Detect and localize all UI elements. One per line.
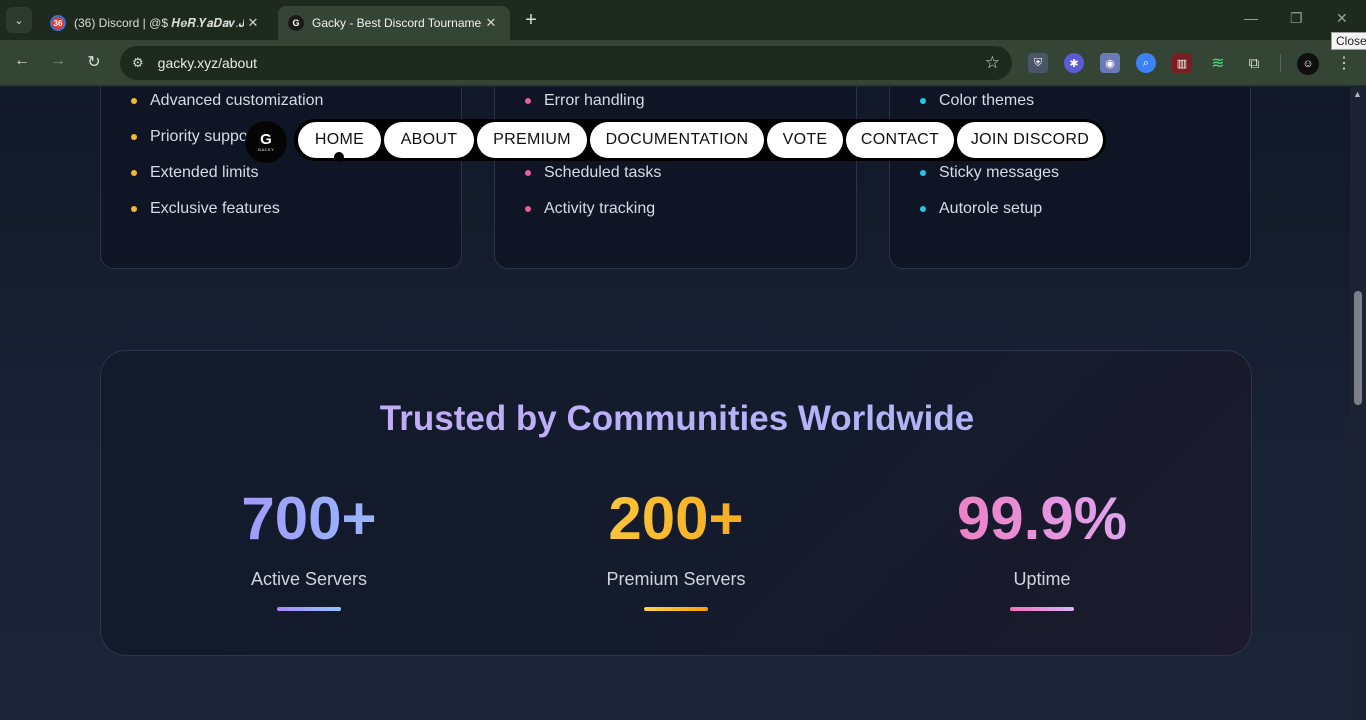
list-item: Activity tracking — [525, 200, 655, 218]
list-item: Extended limits — [131, 164, 259, 182]
bullet-icon — [131, 206, 137, 212]
address-bar[interactable]: ⚙ gacky.xyz/about ☆ — [120, 46, 1012, 80]
logo-letter: G — [260, 131, 272, 148]
browser-toolbar: ← → ↻ ⚙ gacky.xyz/about ☆ ⛨ ✱ ◉ ⌕ ▥ ≋ ⧉ … — [0, 40, 1366, 86]
active-nav-indicator — [334, 152, 344, 162]
stat-value: 700+ — [159, 489, 459, 549]
list-item: Error handling — [525, 92, 645, 110]
menu-kebab-icon[interactable]: ⋮ — [1334, 53, 1354, 73]
tab-search-button[interactable]: ⌄ — [6, 7, 32, 33]
list-item: Advanced customization — [131, 92, 323, 110]
scrollbar-thumb[interactable] — [1354, 291, 1362, 405]
bullet-icon — [525, 98, 531, 104]
window-close-button[interactable]: ✕ — [1336, 10, 1348, 27]
stat-uptime: 99.9% Uptime — [892, 489, 1192, 611]
list-item: Autorole setup — [920, 200, 1042, 218]
bullet-icon — [131, 170, 137, 176]
bullet-icon — [920, 98, 926, 104]
gear-extension-icon[interactable]: ✱ — [1064, 53, 1084, 73]
profile-avatar[interactable]: ☺ — [1297, 53, 1319, 75]
page-viewport: Advanced customization Priority support … — [0, 87, 1350, 720]
utility-features-card: Error handling Scheduled tasks Activity … — [494, 87, 857, 269]
stat-active-servers: 700+ Active Servers — [159, 489, 459, 611]
bullet-icon — [131, 98, 137, 104]
close-tooltip: Close — [1331, 32, 1366, 50]
stats-title: Trusted by Communities Worldwide — [101, 399, 1253, 439]
puzzle-extensions-icon[interactable]: ⧉ — [1244, 53, 1264, 73]
shield-extension-icon[interactable]: ⛨ — [1028, 53, 1048, 73]
flash-extension-icon[interactable]: ≋ — [1208, 53, 1228, 73]
stat-label: Active Servers — [250, 569, 368, 589]
audio-extension-icon[interactable]: ▥ — [1172, 53, 1192, 73]
nav-item-vote[interactable]: VOTE — [767, 122, 843, 158]
gacky-logo[interactable]: G GACKY — [245, 121, 287, 163]
customization-features-card: Color themes Sticky messages Autorole se… — [889, 87, 1251, 269]
new-tab-button[interactable]: + — [520, 9, 542, 32]
tab-title: Gacky - Best Discord Tournament — [312, 16, 482, 30]
site-info-icon[interactable]: ⚙ — [132, 55, 144, 71]
tab-close-icon[interactable]: ✕ — [482, 15, 500, 31]
nav-item-premium[interactable]: PREMIUM — [477, 122, 587, 158]
stat-label: Premium Servers — [606, 569, 746, 589]
nav-item-contact[interactable]: CONTACT — [846, 122, 954, 158]
bullet-icon — [920, 206, 926, 212]
bookmark-star-icon[interactable]: ☆ — [985, 53, 1000, 73]
reload-icon[interactable]: ↻ — [83, 52, 105, 72]
url-text[interactable]: gacky.xyz/about — [158, 55, 985, 71]
stat-label: Uptime — [1013, 569, 1071, 589]
stat-underline — [277, 607, 341, 611]
discord-extension-icon[interactable]: ◉ — [1100, 53, 1120, 73]
premium-features-card: Advanced customization Priority support … — [100, 87, 462, 269]
scroll-up-arrow-icon[interactable]: ▲ — [1353, 89, 1362, 99]
bullet-icon — [131, 134, 137, 140]
bullet-icon — [525, 206, 531, 212]
stat-underline — [644, 607, 708, 611]
search-extension-icon[interactable]: ⌕ — [1136, 53, 1156, 73]
nav-item-documentation[interactable]: DOCUMENTATION — [590, 122, 764, 158]
back-arrow-icon[interactable]: ← — [11, 52, 33, 70]
stat-underline — [1010, 607, 1074, 611]
page-scrollbar[interactable]: ▲ — [1350, 87, 1366, 720]
list-item: Sticky messages — [920, 164, 1059, 182]
gacky-favicon-icon: G — [288, 15, 304, 31]
tab-strip: ⌄ 36 (36) Discord | @$ 𝑯𝒆𝑹.𝒀𝒂𝑫𝒂𝒗.𝑱 ✕ G G… — [0, 0, 1366, 40]
discord-favicon-icon: 36 — [50, 15, 66, 31]
bullet-icon — [525, 170, 531, 176]
list-item: Scheduled tasks — [525, 164, 661, 182]
list-item: Priority support — [131, 128, 258, 146]
tab-title: (36) Discord | @$ 𝑯𝒆𝑹.𝒀𝒂𝑫𝒂𝒗.𝑱 — [74, 15, 244, 30]
tab-close-icon[interactable]: ✕ — [244, 15, 262, 31]
tab-discord[interactable]: 36 (36) Discord | @$ 𝑯𝒆𝑹.𝒀𝒂𝑫𝒂𝒗.𝑱 ✕ — [40, 6, 272, 40]
toolbar-divider — [1280, 54, 1281, 72]
list-item: Color themes — [920, 92, 1034, 110]
restore-button[interactable]: ❐ — [1290, 10, 1303, 27]
list-item: Exclusive features — [131, 200, 280, 218]
nav-item-join-discord[interactable]: JOIN DISCORD — [957, 122, 1103, 158]
minimize-button[interactable]: — — [1244, 10, 1258, 26]
stat-value: 99.9% — [892, 489, 1192, 549]
nav-item-about[interactable]: ABOUT — [384, 122, 474, 158]
forward-arrow-icon[interactable]: → — [47, 52, 69, 70]
stat-premium-servers: 200+ Premium Servers — [526, 489, 826, 611]
logo-wordmark: GACKY — [257, 147, 275, 152]
stat-value: 200+ — [526, 489, 826, 549]
tab-gacky[interactable]: G Gacky - Best Discord Tournament ✕ — [278, 6, 510, 40]
bullet-icon — [920, 170, 926, 176]
stats-card: Trusted by Communities Worldwide 700+ Ac… — [100, 350, 1252, 656]
